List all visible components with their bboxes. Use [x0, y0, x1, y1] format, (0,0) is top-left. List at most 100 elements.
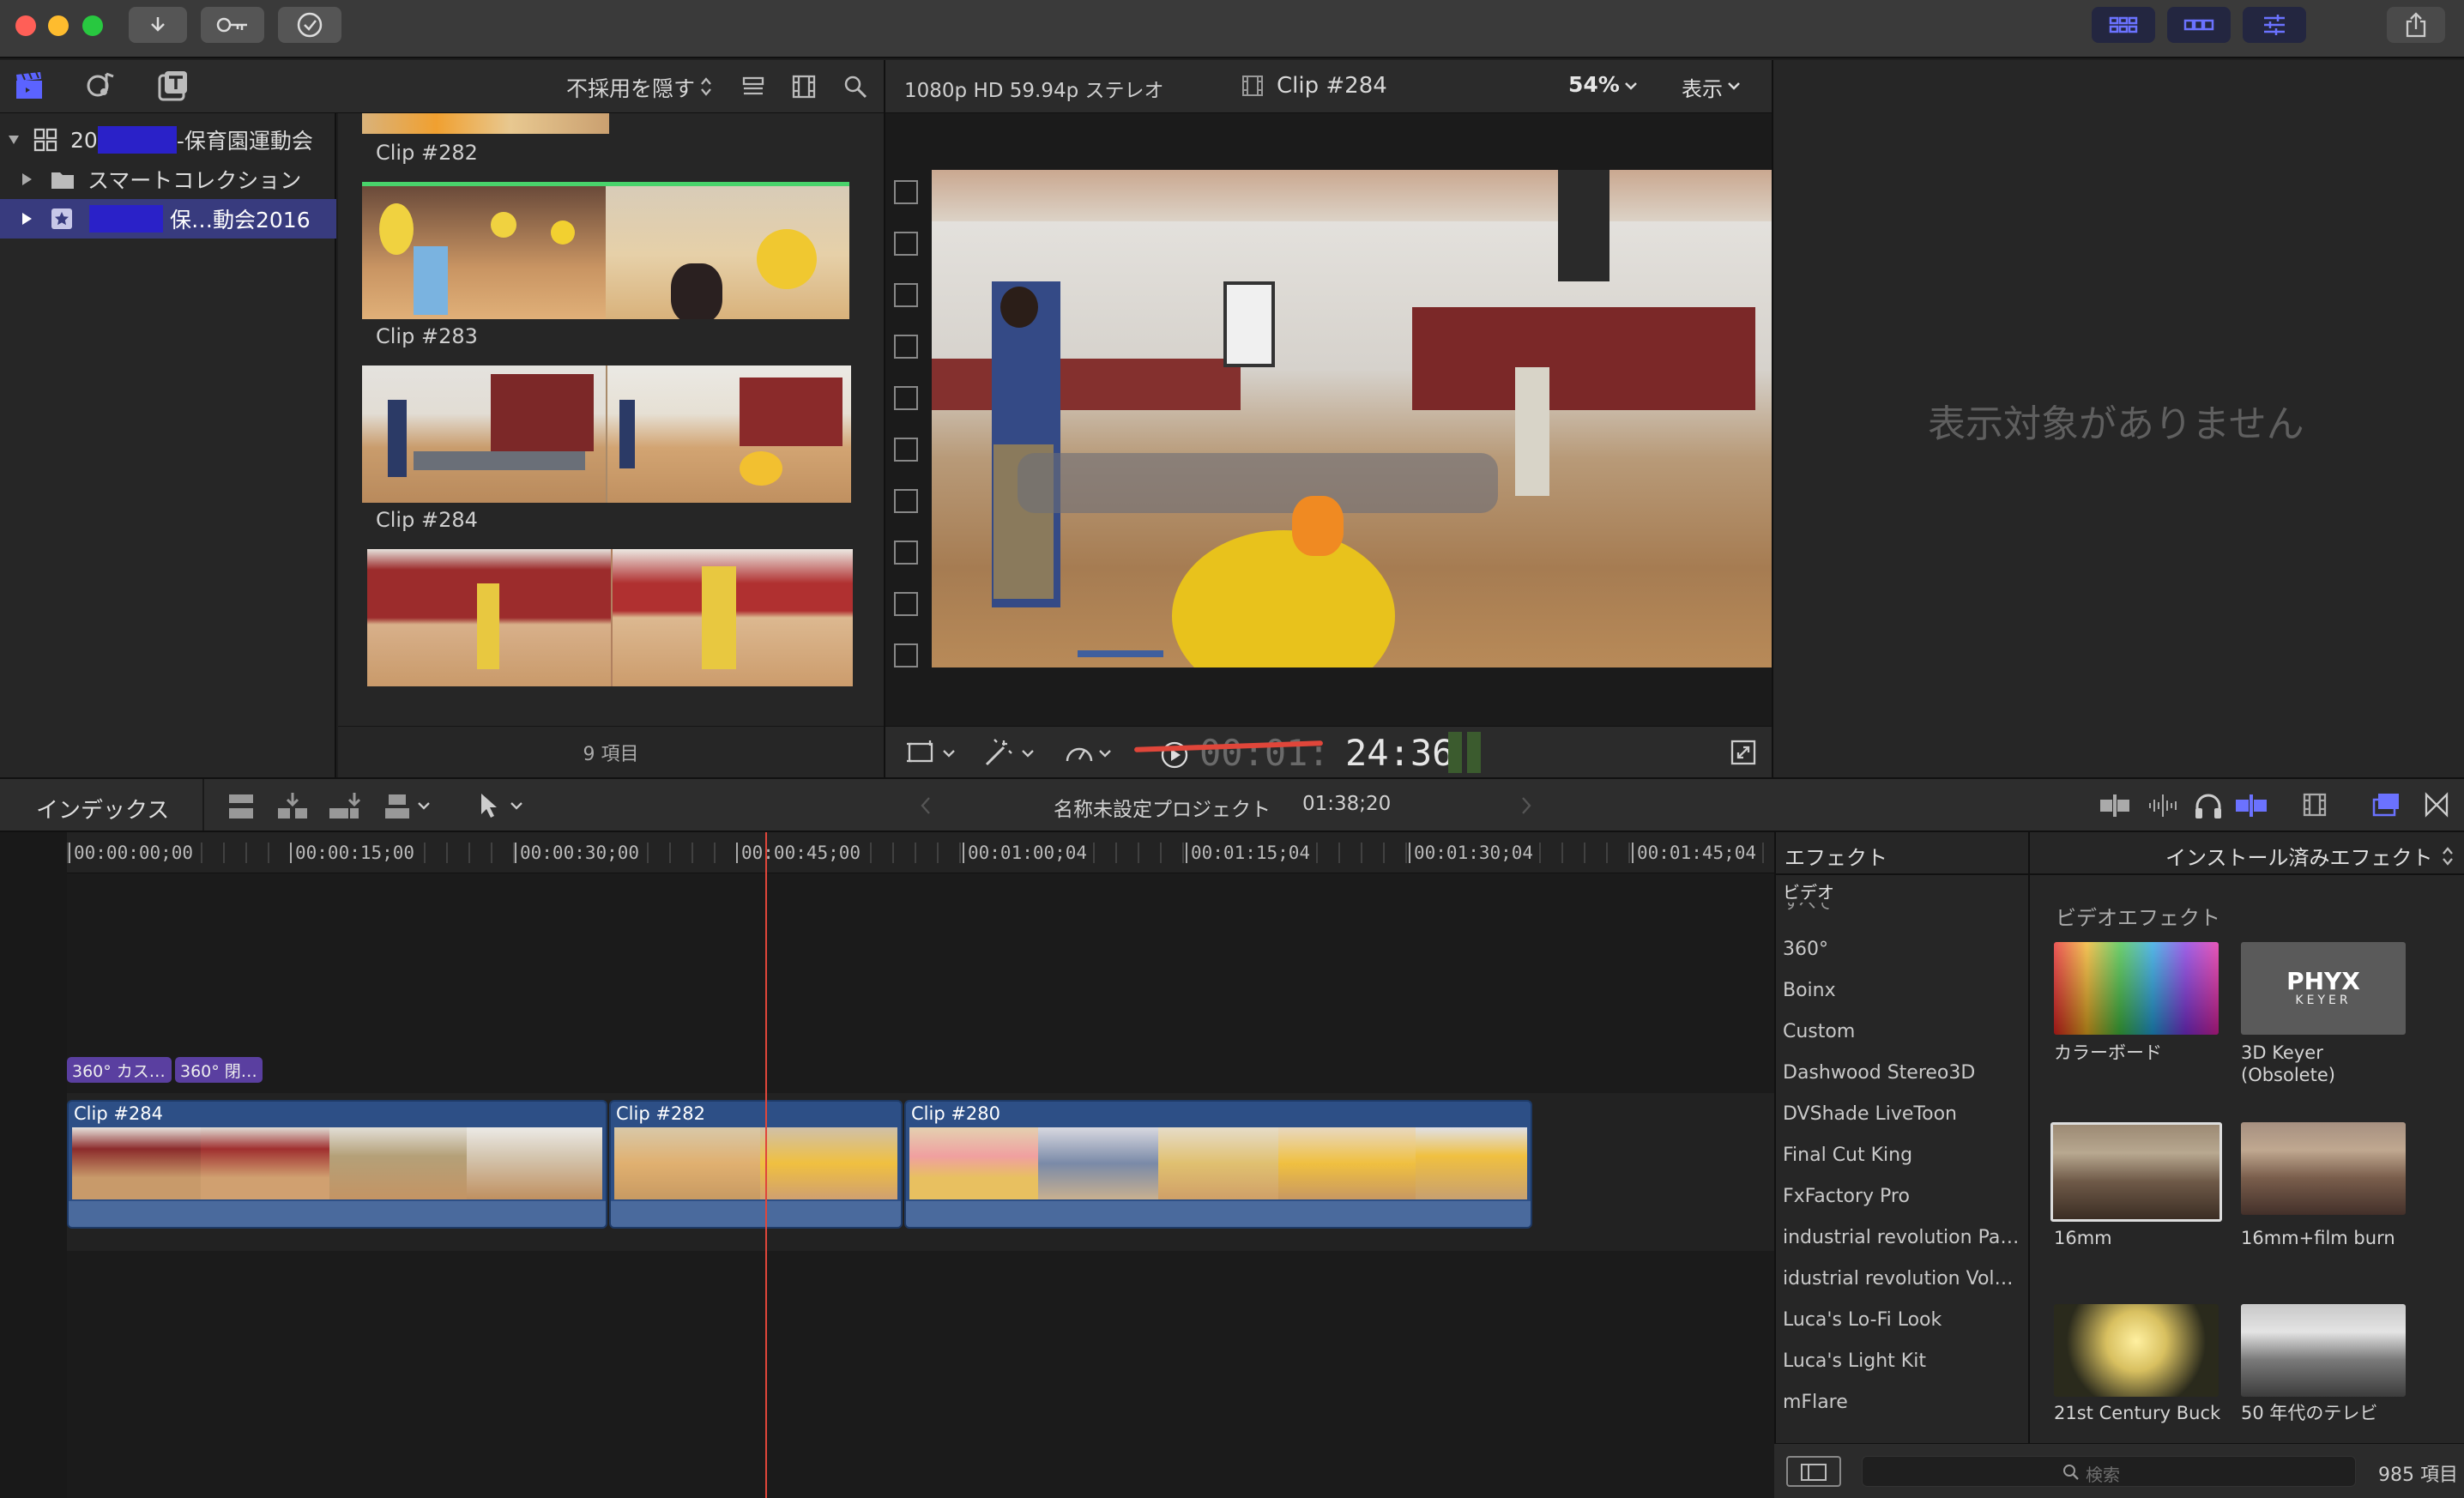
- chevron-up-down-icon[interactable]: [2442, 846, 2454, 867]
- effect-name[interactable]: 50 年代のテレビ: [2241, 1402, 2377, 1424]
- close-window-button[interactable]: [15, 15, 36, 36]
- search-icon[interactable]: [842, 74, 868, 100]
- show-browser-button[interactable]: [2092, 7, 2155, 43]
- category-item[interactable]: Custom: [1783, 1021, 2023, 1042]
- view-menu[interactable]: 表示: [1682, 72, 1723, 102]
- filmstrip-view-icon[interactable]: [791, 74, 817, 100]
- category-item[interactable]: industrial revolution Parti…: [1783, 1227, 2023, 1248]
- effects-search-field[interactable]: 検索: [1862, 1456, 2356, 1487]
- smart-collections-item[interactable]: スマートコレクション: [0, 160, 336, 199]
- headphones-solo-icon[interactable]: [2193, 791, 2224, 820]
- effect-thumbnail-color-board[interactable]: [2054, 942, 2219, 1035]
- category-item[interactable]: Luca's Lo-Fi Look: [1783, 1309, 2023, 1331]
- zoom-window-button[interactable]: [82, 15, 103, 36]
- timeline-index-button[interactable]: インデックス: [36, 793, 169, 825]
- category-header-video[interactable]: ビデオ: [1783, 879, 1834, 903]
- effect-thumbnail-50s-tv[interactable]: [2241, 1304, 2406, 1397]
- show-inspector-button[interactable]: [2243, 7, 2306, 43]
- category-item[interactable]: FxFactory Pro: [1783, 1186, 2023, 1207]
- effect-badge[interactable]: 360° 閉…: [175, 1057, 263, 1083]
- viewer-canvas[interactable]: [884, 113, 1772, 726]
- transitions-browser-icon[interactable]: [2423, 791, 2450, 818]
- clip-label[interactable]: Clip #284: [376, 508, 478, 532]
- clip-thumbnail[interactable]: [362, 113, 609, 134]
- installed-effects-menu[interactable]: インストール済みエフェクト: [2165, 841, 2433, 871]
- clip-thumbnail[interactable]: [367, 549, 853, 686]
- effect-name[interactable]: 16mm: [2054, 1227, 2112, 1249]
- clip-thumbnail-clip-284[interactable]: [362, 365, 851, 503]
- clip-appearance-icon[interactable]: [2301, 791, 2328, 818]
- timeline-clip[interactable]: Clip #282: [609, 1100, 903, 1229]
- disclosure-closed-icon[interactable]: [21, 172, 33, 186]
- list-view-icon[interactable]: [741, 75, 765, 99]
- hide-rejected-label[interactable]: 不採用を隠す: [566, 72, 695, 103]
- insert-clip-icon[interactable]: [276, 791, 309, 822]
- chevron-down-icon[interactable]: [417, 801, 431, 810]
- library-item[interactable]: 20 -保育園運動会: [0, 120, 336, 160]
- show-timeline-button[interactable]: [2167, 7, 2231, 43]
- timecode[interactable]: 24:36: [1345, 732, 1453, 774]
- clip-thumbnail-clip-283[interactable]: [362, 182, 849, 319]
- chevron-up-down-icon[interactable]: [700, 76, 712, 98]
- chevron-down-icon[interactable]: [1021, 749, 1035, 758]
- effect-thumbnail-16mm[interactable]: [2050, 1122, 2222, 1222]
- category-item[interactable]: Final Cut King: [1783, 1145, 2023, 1166]
- titles-and-generators-icon[interactable]: [156, 69, 190, 103]
- snapping-icon[interactable]: [2234, 793, 2268, 818]
- timeline-ruler[interactable]: 00:00:00;00 00:00:15;00 00:00:30;00 00:0…: [0, 832, 1774, 873]
- fullscreen-icon[interactable]: [1730, 739, 1757, 766]
- playhead[interactable]: [765, 832, 767, 1498]
- timeline-clip[interactable]: Clip #284: [67, 1100, 607, 1229]
- effect-name[interactable]: 16mm+film burn: [2241, 1227, 2395, 1249]
- clip-browser: Clip #282 Clip #283 Clip #284: [338, 113, 884, 777]
- share-button[interactable]: [2387, 7, 2445, 43]
- effects-browser-icon[interactable]: [2371, 791, 2401, 818]
- connect-clip-icon[interactable]: [225, 791, 257, 822]
- effect-thumbnail-21st-century-buck[interactable]: [2054, 1304, 2219, 1397]
- video-skimming-icon[interactable]: [2099, 793, 2131, 818]
- disclosure-closed-icon[interactable]: [21, 212, 33, 226]
- zoom-level[interactable]: 54%: [1568, 72, 1620, 97]
- clip-label[interactable]: Clip #283: [376, 324, 478, 348]
- disclosure-open-icon[interactable]: [7, 133, 21, 147]
- append-clip-icon[interactable]: [328, 791, 360, 822]
- keywords-button[interactable]: [201, 7, 264, 43]
- effect-name[interactable]: 3D Keyer (Obsolete): [2241, 1042, 2413, 1086]
- clip-audio-waveform: [611, 1201, 901, 1227]
- effect-thumbnail-3d-keyer[interactable]: PHYX KEYER: [2241, 942, 2406, 1035]
- sidebar-toggle-button[interactable]: [1786, 1456, 1841, 1487]
- category-item[interactable]: idustrial revolution Volu…: [1783, 1268, 2023, 1290]
- category-item[interactable]: Dashwood Stereo3D: [1783, 1062, 2023, 1084]
- chevron-down-icon[interactable]: [942, 749, 956, 758]
- background-tasks-button[interactable]: [278, 7, 341, 43]
- chevron-down-icon[interactable]: [1726, 81, 1742, 91]
- category-item[interactable]: すべて: [1783, 903, 2023, 915]
- chevron-left-icon[interactable]: [920, 796, 932, 815]
- chevron-right-icon[interactable]: [1520, 796, 1532, 815]
- import-button[interactable]: [129, 7, 187, 43]
- effect-thumbnail-16mm-film-burn[interactable]: [2241, 1122, 2406, 1215]
- select-arrow-tool-icon[interactable]: [477, 791, 499, 820]
- category-item[interactable]: DVShade LiveToon: [1783, 1103, 2023, 1125]
- speed-gauge-icon[interactable]: [1064, 739, 1095, 766]
- category-item[interactable]: mFlare: [1783, 1392, 2023, 1413]
- chevron-down-icon[interactable]: [510, 801, 523, 810]
- audio-skimming-icon[interactable]: [2147, 793, 2179, 818]
- enhance-wand-icon[interactable]: [981, 737, 1014, 768]
- overwrite-clip-icon[interactable]: [381, 791, 414, 822]
- timeline-clip[interactable]: Clip #280: [904, 1100, 1532, 1229]
- photos-and-audio-icon[interactable]: [84, 69, 118, 103]
- category-item[interactable]: Boinx: [1783, 980, 2023, 1001]
- transform-tool-icon[interactable]: [906, 739, 937, 766]
- clip-label[interactable]: Clip #282: [376, 141, 478, 165]
- effect-name[interactable]: カラーボード: [2054, 1042, 2162, 1064]
- event-item-selected[interactable]: 保…動会2016: [0, 199, 336, 239]
- chevron-down-icon[interactable]: [1098, 749, 1112, 758]
- chevron-down-icon[interactable]: [1623, 81, 1639, 91]
- category-item[interactable]: 360°: [1783, 939, 2023, 960]
- libraries-clapper-icon[interactable]: [14, 70, 45, 101]
- minimize-window-button[interactable]: [48, 15, 69, 36]
- effect-name[interactable]: 21st Century Buck: [2054, 1402, 2220, 1424]
- category-item[interactable]: Luca's Light Kit: [1783, 1350, 2023, 1372]
- effect-badge[interactable]: 360° カス…: [67, 1057, 172, 1083]
